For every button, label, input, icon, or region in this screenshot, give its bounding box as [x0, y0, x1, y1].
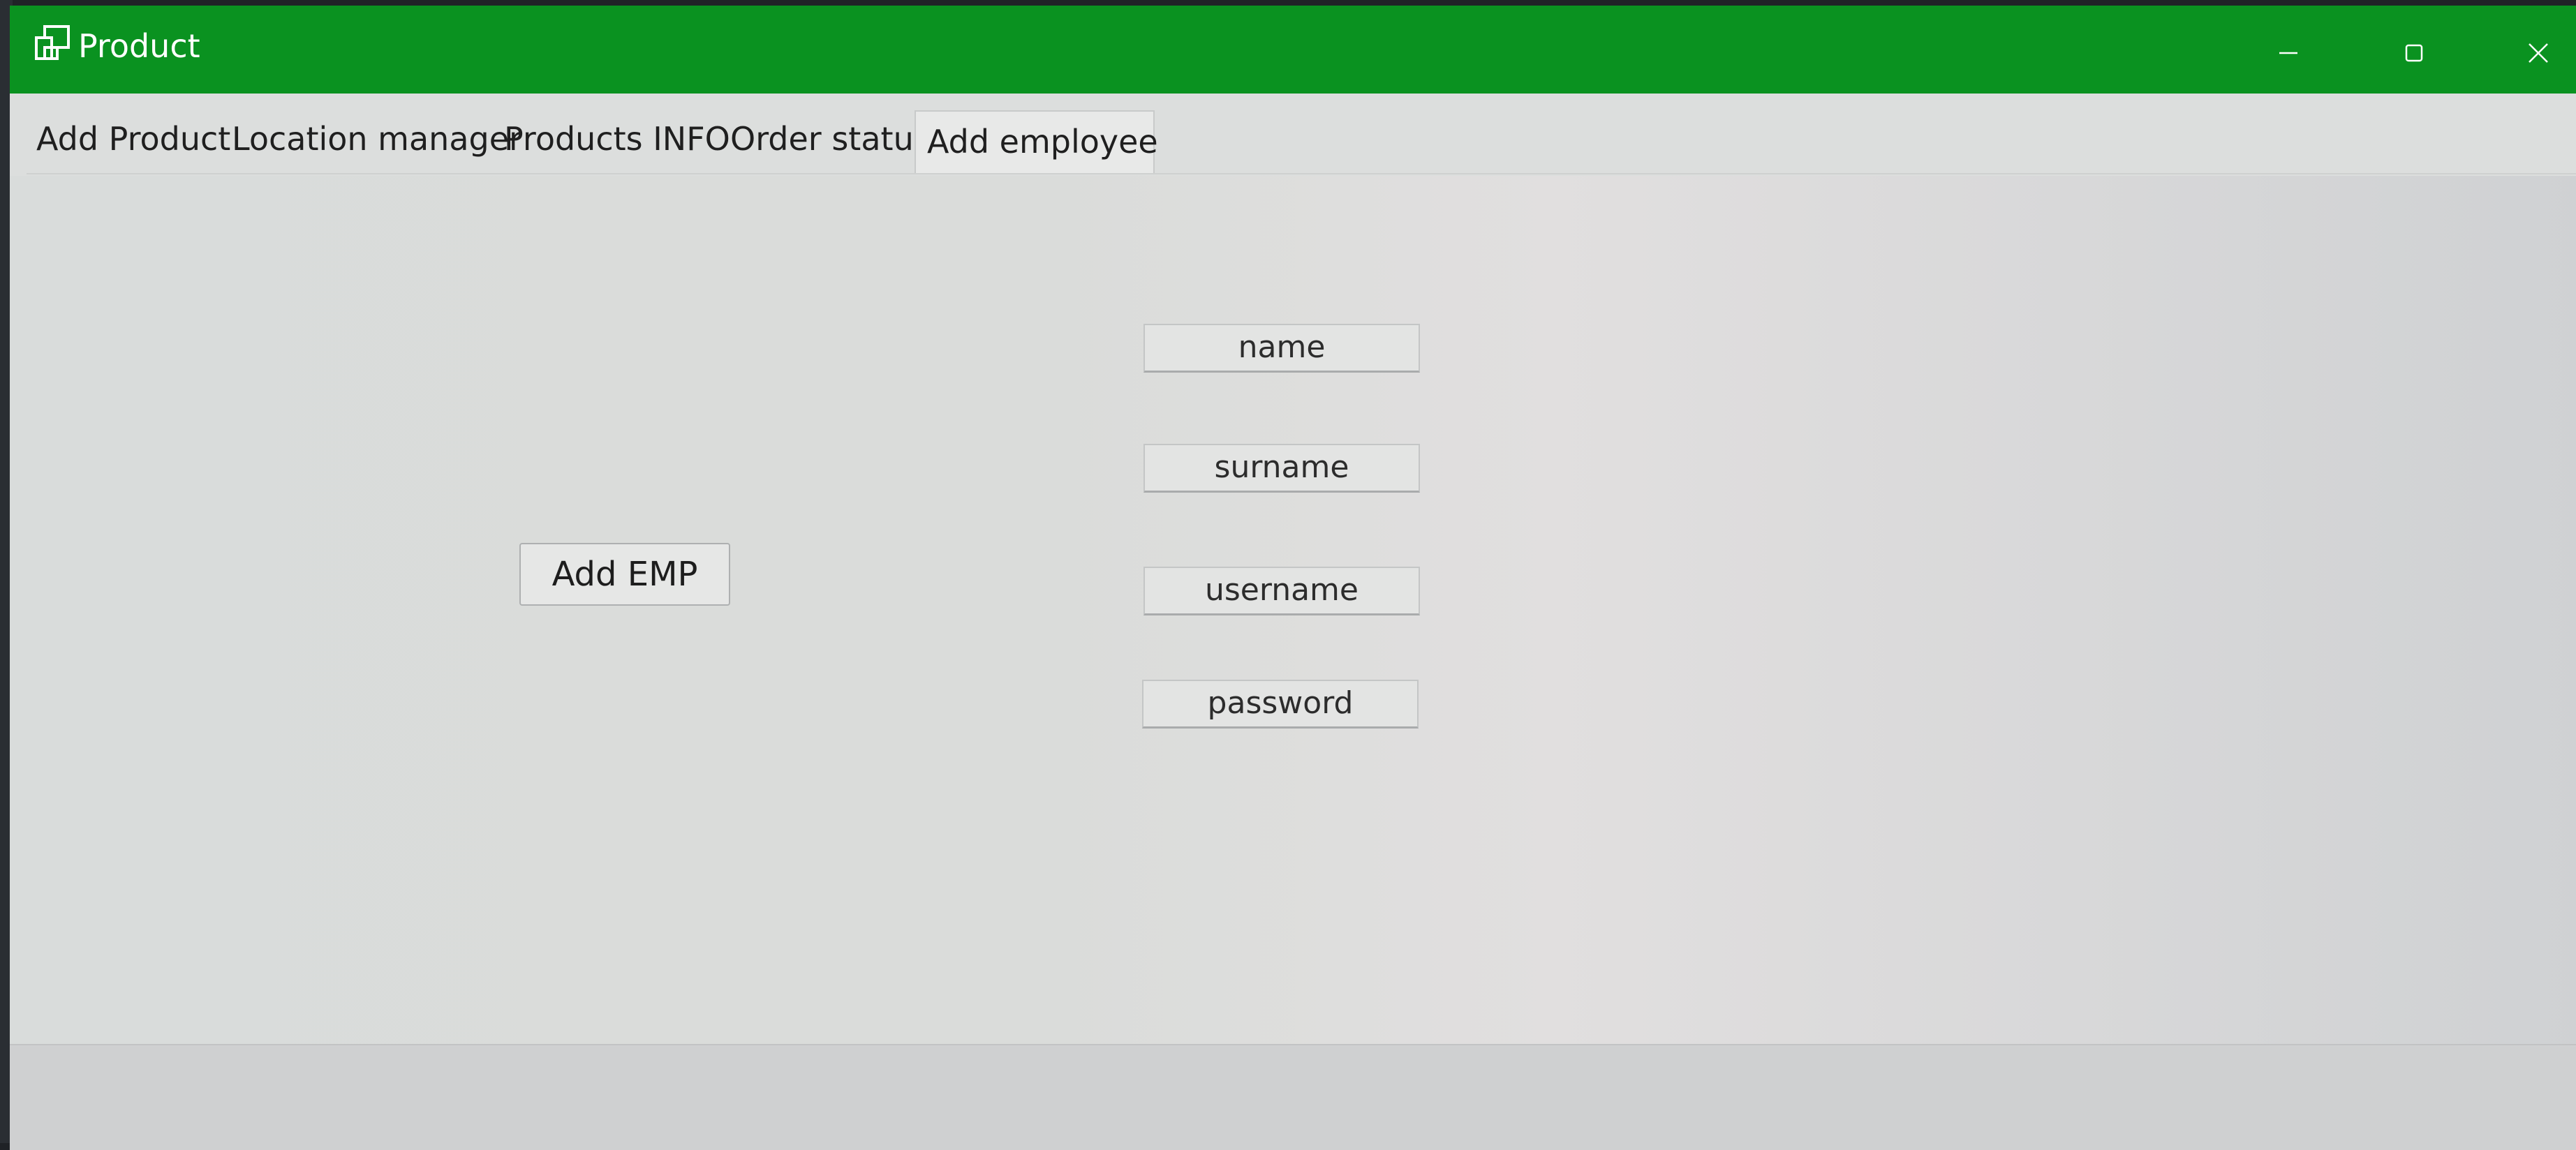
tab-content-divider [27, 173, 2576, 174]
name-field[interactable]: name [1143, 324, 1420, 373]
maximize-icon [2404, 43, 2425, 66]
minimize-icon [2278, 43, 2299, 66]
tab-location-manager[interactable]: Location manager [232, 109, 522, 169]
username-field[interactable]: username [1143, 567, 1420, 615]
close-icon [2526, 41, 2550, 68]
maximize-button[interactable] [2393, 33, 2435, 75]
window-title: Product [78, 27, 200, 65]
title-bar[interactable]: Product [10, 6, 2576, 94]
close-button[interactable] [2517, 33, 2559, 75]
app-windows-icon [34, 24, 74, 64]
minimize-button[interactable] [2267, 33, 2309, 75]
tab-add-employee[interactable]: Add employee [915, 110, 1158, 174]
app-window: Product Add Product Location manager Pro… [10, 6, 2576, 1150]
surname-field[interactable]: surname [1143, 444, 1420, 493]
tab-add-product[interactable]: Add Product [36, 109, 230, 169]
tab-products-info[interactable]: Products INFO [504, 109, 730, 169]
tab-order-status[interactable]: Order status [730, 109, 931, 169]
add-employee-button[interactable]: Add EMP [519, 543, 730, 606]
password-field[interactable]: password [1142, 680, 1419, 729]
status-bar [10, 1044, 2576, 1150]
